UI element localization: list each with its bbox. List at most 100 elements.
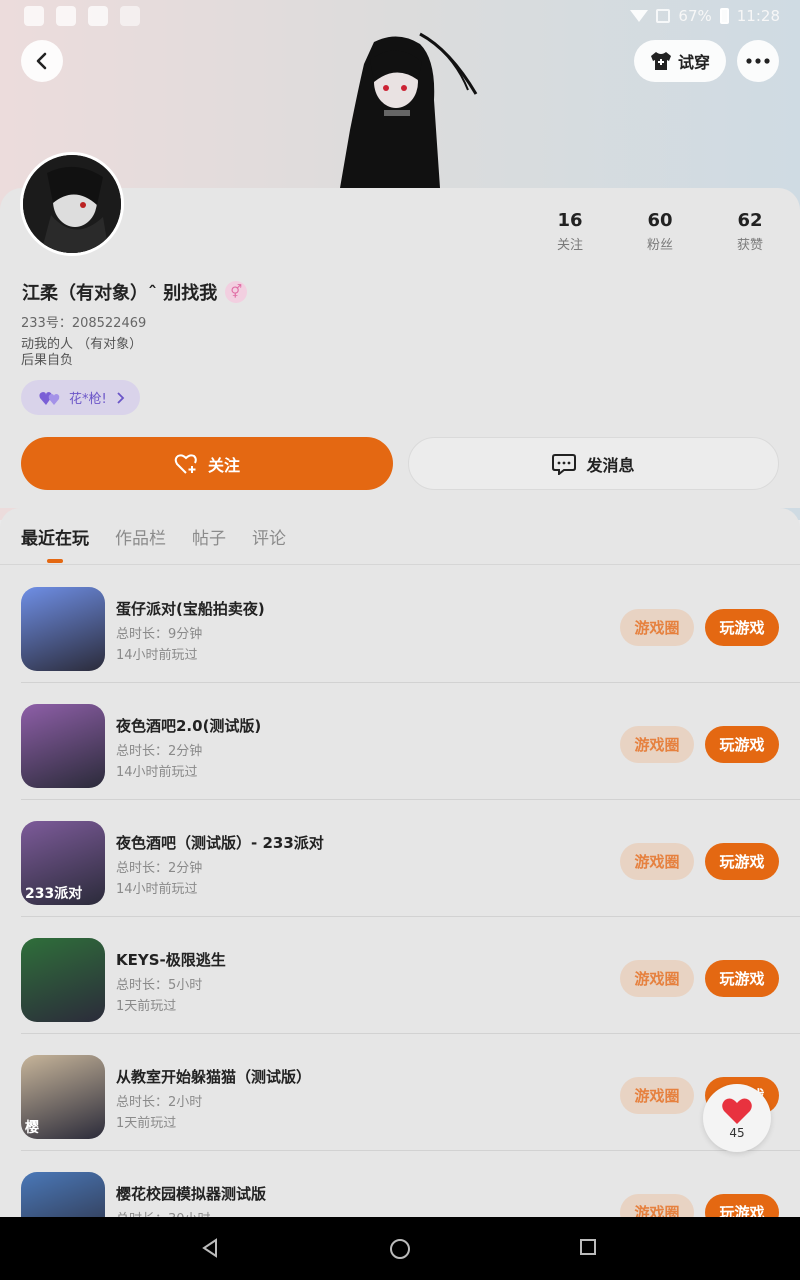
- play-game-label: 玩游戏: [719, 736, 765, 754]
- wifi-icon: [630, 10, 649, 22]
- game-circle-button[interactable]: 游戏圈: [620, 1194, 694, 1217]
- game-title: 从教室开始躲猫猫（测试版）: [116, 1068, 312, 1086]
- chevron-left-icon: [36, 52, 47, 70]
- chevron-right-icon: [117, 391, 124, 404]
- play-game-button[interactable]: 玩游戏: [705, 609, 779, 646]
- recents-square-icon[interactable]: [579, 1238, 597, 1256]
- game-title: 夜色酒吧2.0(测试版): [116, 717, 262, 735]
- tab-posts[interactable]: 帖子: [192, 524, 226, 549]
- play-game-button[interactable]: 玩游戏: [705, 726, 779, 763]
- game-row[interactable]: 蛋仔派对(宝船拍卖夜) 总时长：9分钟 14小时前玩过 游戏圈 玩游戏: [0, 566, 800, 683]
- game-title: 樱花校园模拟器测试版: [116, 1185, 267, 1203]
- notification-icon: [24, 6, 44, 26]
- game-icon[interactable]: [21, 938, 105, 1022]
- heart-icon: [722, 1098, 752, 1124]
- tab-works[interactable]: 作品栏: [115, 524, 166, 549]
- nickname-row: 江柔（有对象）ˆ 别找我 ⚥: [22, 279, 248, 305]
- game-row[interactable]: 夜色酒吧2.0(测试版) 总时长：2分钟 14小时前玩过 游戏圈 玩游戏: [0, 683, 800, 800]
- game-last-played: 14小时前玩过: [116, 765, 198, 780]
- play-game-label: 玩游戏: [719, 853, 765, 871]
- play-game-label: 玩游戏: [719, 619, 765, 637]
- game-last-played: 14小时前玩过: [116, 882, 198, 897]
- game-row[interactable]: 樱从教室开始躲猫猫（测试版）总时长：2小时1天前玩过游戏圈玩游戏: [0, 1034, 800, 1151]
- play-game-button[interactable]: 玩游戏: [705, 1194, 779, 1217]
- stat-following[interactable]: 16 关注: [525, 210, 615, 253]
- image-notification-icon: [120, 6, 140, 26]
- play-game-label: 玩游戏: [719, 970, 765, 988]
- user-id: 233号：208522469: [21, 316, 147, 331]
- battery-icon: [719, 8, 729, 24]
- follow-label: 关注: [207, 455, 240, 475]
- system-navigation-bar: [0, 1217, 800, 1280]
- game-circle-button[interactable]: 游戏圈: [620, 726, 694, 763]
- notification-icon: [56, 6, 76, 26]
- game-duration: 总时长：2分钟: [116, 861, 203, 876]
- double-heart-icon: [39, 391, 60, 405]
- back-button[interactable]: [21, 40, 63, 82]
- avatar[interactable]: [20, 152, 124, 256]
- play-game-button[interactable]: 玩游戏: [705, 960, 779, 997]
- clock: 11:28: [736, 7, 780, 25]
- stat-label: 粉丝: [646, 238, 673, 253]
- try-on-label: 试穿: [677, 53, 710, 72]
- game-icon[interactable]: [21, 1172, 105, 1217]
- send-message-button[interactable]: 发消息: [408, 437, 779, 490]
- try-on-button[interactable]: 试穿: [634, 40, 726, 82]
- more-options-button[interactable]: [737, 40, 779, 82]
- notification-icon: [88, 6, 108, 26]
- game-circle-button[interactable]: 游戏圈: [620, 1077, 694, 1114]
- home-circle-icon[interactable]: [389, 1238, 411, 1260]
- game-row[interactable]: KEYS-极限逃生 总时长：5小时 1天前玩过 游戏圈 玩游戏: [0, 917, 800, 1034]
- tab-recently-played[interactable]: 最近在玩: [21, 524, 89, 563]
- back-triangle-icon[interactable]: [200, 1238, 220, 1258]
- game-icon[interactable]: 樱: [21, 1055, 105, 1139]
- status-bar: 67% 11:28: [0, 0, 800, 34]
- stat-label: 获赞: [736, 238, 763, 253]
- more-dots-icon: [746, 58, 770, 64]
- recent-games-panel: 最近在玩 作品栏 帖子 评论 蛋仔派对(宝船拍卖夜) 总时长：9分钟 14小时前玩过…: [0, 508, 800, 1217]
- game-duration: 总时长：2分钟: [116, 744, 203, 759]
- tab-comments[interactable]: 评论: [252, 524, 286, 549]
- stat-label: 关注: [556, 238, 583, 253]
- game-icon[interactable]: 233派对: [21, 821, 105, 905]
- game-title: 蛋仔派对(宝船拍卖夜): [116, 600, 265, 618]
- bio-line: 动我的人 （有对象）: [21, 337, 143, 352]
- play-game-button[interactable]: 玩游戏: [705, 843, 779, 880]
- badge-label: 花*枪!: [69, 392, 107, 407]
- game-icon[interactable]: [21, 587, 105, 671]
- game-icon[interactable]: [21, 704, 105, 788]
- profile-stats: 16 关注 60 粉丝 62 获赞: [525, 210, 795, 253]
- divider: [0, 564, 800, 565]
- game-circle-button[interactable]: 游戏圈: [620, 609, 694, 646]
- game-title: 夜色酒吧（测试版）- 233派对: [116, 834, 324, 852]
- game-title: KEYS-极限逃生: [116, 951, 226, 969]
- game-circle-button[interactable]: 游戏圈: [620, 843, 694, 880]
- gender-icon: ⚥: [225, 281, 248, 303]
- game-last-played: 1天前玩过: [116, 999, 177, 1014]
- game-circle-label: 游戏圈: [634, 619, 680, 637]
- game-circle-label: 游戏圈: [634, 853, 680, 871]
- floating-like-button[interactable]: 45: [703, 1084, 771, 1152]
- game-duration: 总时长：9分钟: [116, 627, 203, 642]
- game-last-played: 14小时前玩过: [116, 648, 198, 663]
- game-row[interactable]: 233派对 夜色酒吧（测试版）- 233派对 总时长：2分钟 14小时前玩过 游戏圈 玩游…: [0, 800, 800, 917]
- bio: 动我的人 （有对象） 后果自负: [21, 337, 142, 369]
- stat-number: 60: [647, 210, 673, 231]
- game-circle-button[interactable]: 游戏圈: [620, 960, 694, 997]
- relationship-badge[interactable]: 花*枪!: [21, 380, 140, 415]
- game-circle-label: 游戏圈: [634, 736, 680, 754]
- signal-icon: [656, 9, 671, 23]
- bio-line: 后果自负: [21, 353, 74, 368]
- stat-number: 16: [557, 210, 583, 231]
- game-icon-text: 233派对: [25, 886, 83, 902]
- heart-plus-icon: [174, 453, 197, 474]
- like-count: 45: [729, 1125, 745, 1140]
- game-icon-text: 樱: [25, 1120, 39, 1136]
- game-circle-label: 游戏圈: [634, 1204, 680, 1217]
- stat-likes[interactable]: 62 获赞: [705, 210, 795, 253]
- profile-tabs: 最近在玩 作品栏 帖子 评论: [21, 524, 286, 563]
- stat-fans[interactable]: 60 粉丝: [615, 210, 705, 253]
- game-circle-label: 游戏圈: [634, 1087, 680, 1105]
- follow-button[interactable]: 关注: [21, 437, 393, 490]
- game-row[interactable]: 樱花校园模拟器测试版总时长：30小时 游戏圈 玩游戏: [0, 1151, 800, 1217]
